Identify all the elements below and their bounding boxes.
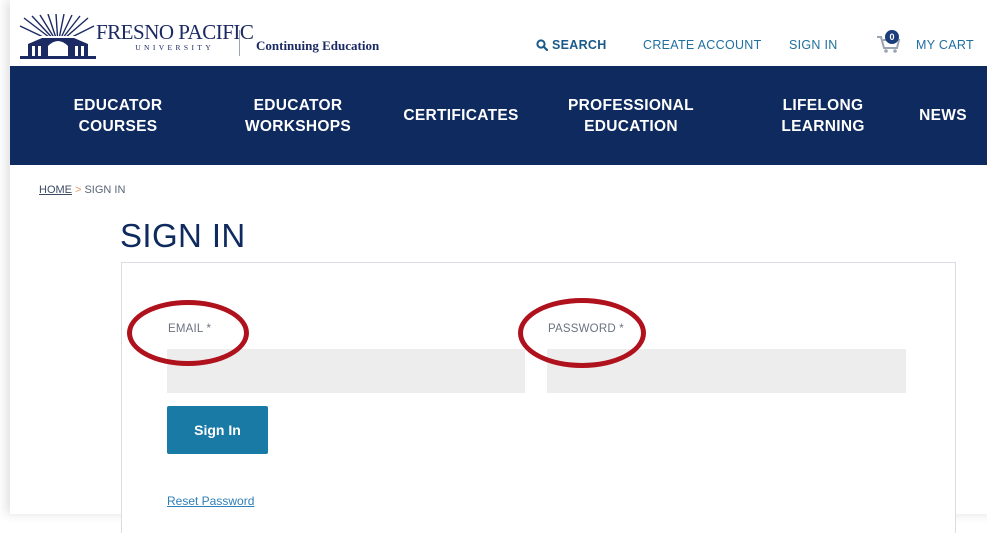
page-frame: FRESNO PACIFIC UNIVERSITY Continuing Edu… (10, 0, 987, 533)
nav-educator-workshops[interactable]: EDUCATOR WORKSHOPS (238, 66, 358, 165)
create-account-link[interactable]: CREATE ACCOUNT (643, 38, 762, 52)
nav-label-line2: EDUCATION (584, 117, 678, 135)
search-link-label: SEARCH (552, 38, 607, 52)
search-icon (536, 39, 548, 51)
nav-label-line2: LEARNING (781, 117, 865, 135)
nav-label-line1: CERTIFICATES (403, 107, 519, 124)
my-cart-link[interactable]: MY CART (916, 38, 974, 52)
nav-certificates[interactable]: CERTIFICATES (396, 66, 526, 165)
site-title[interactable]: Continuing Education (256, 38, 379, 54)
cart-count-badge: 0 (885, 30, 899, 44)
nav-label-line1: LIFELONG (782, 96, 864, 114)
nav-label-line1: PROFESSIONAL (568, 96, 694, 114)
page-title: SIGN IN (120, 217, 246, 254)
sign-in-button[interactable]: Sign In (167, 406, 268, 454)
sign-in-link[interactable]: SIGN IN (789, 38, 838, 52)
breadcrumb: HOME > SIGN IN (39, 184, 125, 196)
university-logo[interactable]: FRESNO PACIFIC UNIVERSITY (18, 14, 254, 60)
header-divider (239, 30, 240, 56)
nav-label-line1: EDUCATOR (73, 96, 163, 114)
logo-name: FRESNO PACIFIC (96, 20, 254, 45)
nav-label-line1: EDUCATOR (253, 96, 343, 114)
nav-label-line2: WORKSHOPS (244, 117, 352, 135)
nav-label-line2: COURSES (78, 117, 158, 135)
nav-professional-education[interactable]: PROFESSIONAL EDUCATION (558, 66, 704, 165)
breadcrumb-home-link[interactable]: HOME (39, 184, 72, 196)
password-field[interactable] (547, 349, 906, 393)
search-link[interactable]: SEARCH (536, 38, 607, 52)
email-label: EMAIL * (168, 323, 212, 335)
reset-password-link[interactable]: Reset Password (167, 494, 254, 508)
nav-educator-courses[interactable]: EDUCATOR COURSES (58, 66, 178, 165)
main-navigation: EDUCATOR COURSES EDUCATOR WORKSHOPS CERT… (10, 66, 987, 165)
nav-lifelong-learning[interactable]: LIFELONG LEARNING (768, 66, 878, 165)
nav-label-line1: NEWS (919, 107, 967, 124)
sunburst-building-icon (19, 14, 96, 59)
breadcrumb-current: SIGN IN (84, 184, 126, 196)
logo-subtitle: UNIVERSITY (135, 43, 215, 53)
password-label: PASSWORD * (548, 323, 624, 335)
breadcrumb-separator: > (75, 184, 82, 196)
sign-in-form (121, 262, 956, 533)
top-header: FRESNO PACIFIC UNIVERSITY Continuing Edu… (10, 0, 987, 66)
nav-news[interactable]: NEWS (908, 66, 978, 165)
email-field[interactable] (167, 349, 525, 393)
